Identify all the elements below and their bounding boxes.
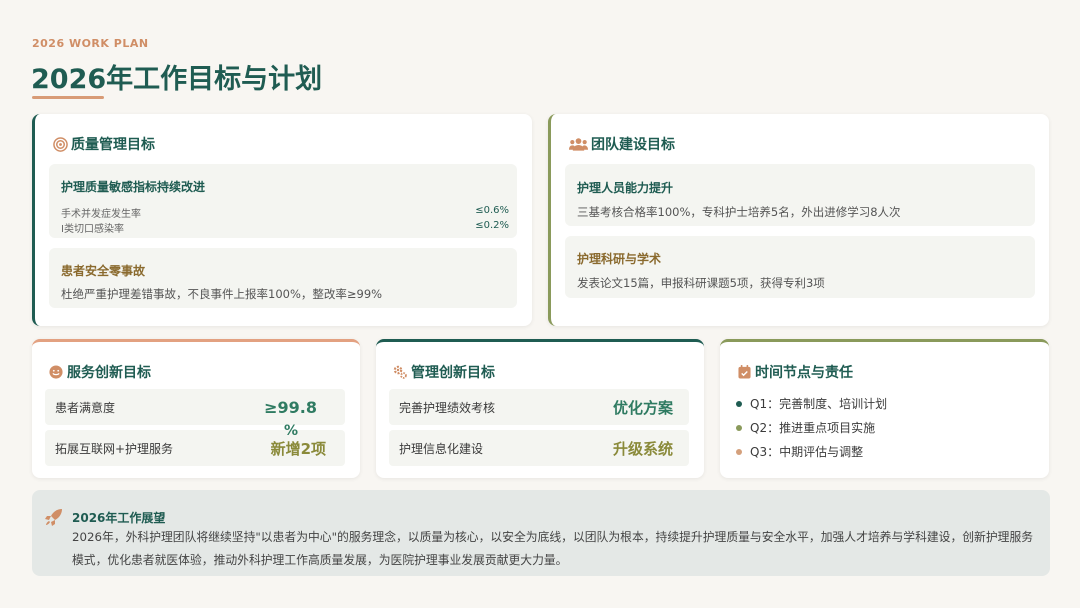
bullet-dot bbox=[736, 448, 742, 455]
quality-safety-block: 患者安全零事故 杜绝严重护理差错事故，不良事件上报率100%，整改率≥99% bbox=[49, 248, 517, 308]
team-card-title: 团队建设目标 bbox=[591, 137, 675, 153]
service-card-header: 服务创新目标 bbox=[48, 362, 151, 382]
team-block2-text: 发表论文15篇，申报科研课题5项，获得专利3项 bbox=[577, 276, 825, 290]
percent-sign: % bbox=[284, 423, 299, 439]
timeline-card-header: 时间节点与责任 bbox=[736, 362, 853, 382]
management-card: 管理创新目标 完善护理绩效考核 优化方案 护理信息化建设 升级系统 bbox=[376, 339, 704, 478]
quality-card-title: 质量管理目标 bbox=[71, 137, 155, 153]
quality-card: 质量管理目标 护理质量敏感指标持续改进 手术并发症发生率 ≤0.6% I类切口感… bbox=[32, 114, 532, 326]
page-subtitle: 2026 WORK PLAN bbox=[32, 37, 149, 50]
management-row: 完善护理绩效考核 优化方案 bbox=[389, 389, 689, 425]
management-row-label: 护理信息化建设 bbox=[399, 441, 484, 456]
calendar-icon bbox=[736, 364, 752, 380]
timeline-card-title: 时间节点与责任 bbox=[755, 365, 853, 381]
title-underline bbox=[32, 96, 104, 99]
quality-block2-title: 患者安全零事故 bbox=[61, 264, 146, 278]
service-card: 服务创新目标 患者满意度 ≥99.8 拓展互联网+护理服务 新增2项 % bbox=[32, 339, 360, 478]
service-row: 拓展互联网+护理服务 新增2项 bbox=[45, 430, 345, 466]
team-research-block: 护理科研与学术 发表论文15篇，申报科研课题5项，获得专利3项 bbox=[565, 236, 1035, 298]
management-row-label: 完善护理绩效考核 bbox=[399, 400, 496, 415]
team-icon bbox=[568, 136, 588, 152]
bullet-dot bbox=[736, 400, 742, 407]
bullet-dot bbox=[736, 424, 742, 431]
smile-icon bbox=[48, 364, 64, 380]
management-row-value: 升级系统 bbox=[612, 439, 673, 458]
management-row-value: 优化方案 bbox=[612, 398, 673, 417]
timeline-item: Q1：完善制度、培训计划 bbox=[736, 395, 887, 412]
metric-label: I类切口感染率 bbox=[61, 224, 124, 235]
outlook-panel: 2026年工作展望 2026年，外科护理团队将继续坚持"以患者为中心"的服务理念… bbox=[32, 490, 1050, 576]
metric-value: ≤0.6% bbox=[475, 205, 509, 216]
quality-block1-title: 护理质量敏感指标持续改进 bbox=[61, 180, 206, 194]
target-icon bbox=[52, 136, 68, 152]
metric-label: 手术并发症发生率 bbox=[61, 209, 141, 220]
service-row: 患者满意度 ≥99.8 bbox=[45, 389, 345, 425]
team-block1-text: 三基考核合格率100%，专科护士培养5名，外出进修学习8人次 bbox=[577, 205, 901, 219]
management-card-title: 管理创新目标 bbox=[411, 365, 495, 381]
team-block1-title: 护理人员能力提升 bbox=[577, 181, 674, 195]
quality-block2-text: 杜绝严重护理差错事故，不良事件上报率100%，整改率≥99% bbox=[61, 287, 383, 301]
team-ability-block: 护理人员能力提升 三基考核合格率100%，专科护士培养5名，外出进修学习8人次 bbox=[565, 164, 1035, 226]
service-row-label: 拓展互联网+护理服务 bbox=[55, 441, 174, 456]
rocket-icon bbox=[44, 507, 64, 531]
team-card: 团队建设目标 护理人员能力提升 三基考核合格率100%，专科护士培养5名，外出进… bbox=[548, 114, 1049, 326]
gears-icon bbox=[392, 364, 408, 380]
metric-value: ≤0.2% bbox=[475, 220, 509, 231]
outlook-title: 2026年工作展望 bbox=[72, 511, 166, 525]
timeline-card: 时间节点与责任 Q1：完善制度、培训计划 Q2：推进重点项目实施 Q3：中期评估… bbox=[720, 339, 1049, 478]
service-row-label: 患者满意度 bbox=[55, 400, 116, 415]
management-row: 护理信息化建设 升级系统 bbox=[389, 430, 689, 466]
team-card-header: 团队建设目标 bbox=[568, 134, 675, 154]
page-title: 2026年工作目标与计划 bbox=[31, 64, 323, 95]
timeline-item: Q3：中期评估与调整 bbox=[736, 443, 863, 460]
service-row-value: ≥99.8 bbox=[264, 397, 317, 417]
service-row-value: 新增2项 bbox=[270, 439, 326, 458]
quality-sensitive-block: 护理质量敏感指标持续改进 手术并发症发生率 ≤0.6% I类切口感染率 ≤0.2… bbox=[49, 164, 517, 238]
outlook-text: 2026年，外科护理团队将继续坚持"以患者为中心"的服务理念，以质量为核心，以安… bbox=[72, 530, 1034, 567]
timeline-item-text: Q3：中期评估与调整 bbox=[750, 445, 864, 459]
timeline-item: Q2：推进重点项目实施 bbox=[736, 419, 875, 436]
timeline-item-text: Q2：推进重点项目实施 bbox=[750, 421, 876, 435]
timeline-item-text: Q1：完善制度、培训计划 bbox=[750, 397, 888, 411]
quality-card-header: 质量管理目标 bbox=[52, 134, 155, 154]
team-block2-title: 护理科研与学术 bbox=[577, 252, 662, 266]
management-card-header: 管理创新目标 bbox=[392, 362, 495, 382]
service-card-title: 服务创新目标 bbox=[67, 365, 151, 381]
